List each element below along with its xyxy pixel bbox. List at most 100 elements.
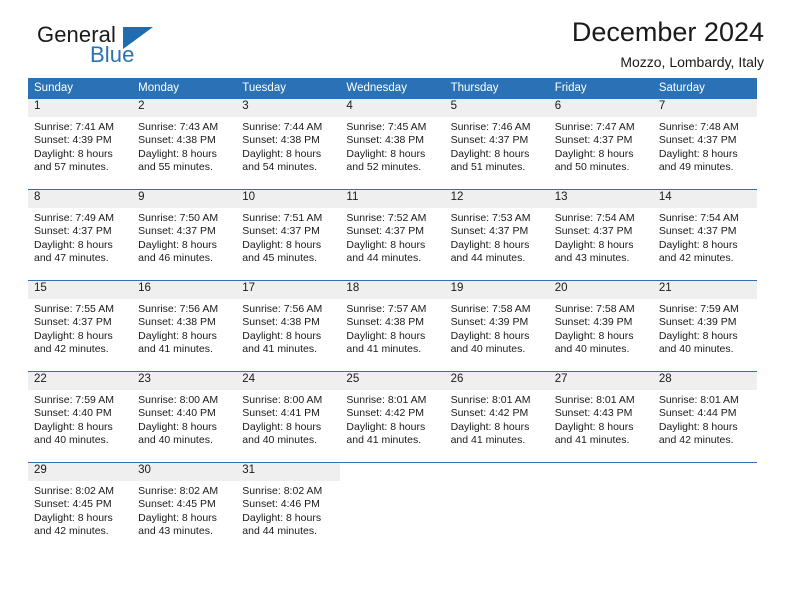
day-cell[interactable]: 13 Sunrise: 7:54 AM Sunset: 4:37 PM Dayl…: [548, 190, 653, 268]
daylight-text-line2: and 44 minutes.: [346, 252, 422, 265]
sunrise-text: Sunrise: 8:01 AM: [554, 394, 635, 406]
daylight-text-line2: and 41 minutes.: [346, 343, 422, 356]
daylight-text-line1: Daylight: 8 hours: [554, 329, 634, 342]
day-number: 8: [28, 190, 133, 208]
day-cell[interactable]: 28 Sunrise: 8:01 AM Sunset: 4:44 PM Dayl…: [652, 372, 757, 450]
day-cell[interactable]: 2 Sunrise: 7:43 AM Sunset: 4:38 PM Dayli…: [132, 99, 237, 177]
day-number: 17: [236, 281, 341, 299]
day-cell[interactable]: 23 Sunrise: 8:00 AM Sunset: 4:40 PM Dayl…: [132, 372, 237, 450]
sunrise-text: Sunrise: 7:41 AM: [34, 121, 114, 133]
day-cell[interactable]: 24 Sunrise: 8:00 AM Sunset: 4:41 PM Dayl…: [236, 372, 341, 450]
day-cell[interactable]: 18 Sunrise: 7:57 AM Sunset: 4:38 PM Dayl…: [340, 281, 445, 359]
daylight-text-line2: and 41 minutes.: [554, 434, 630, 447]
day-cell[interactable]: 8 Sunrise: 7:49 AM Sunset: 4:37 PM Dayli…: [28, 190, 133, 268]
daylight-text-line2: and 57 minutes.: [34, 161, 109, 174]
sunset-text: Sunset: 4:40 PM: [138, 407, 216, 420]
day-cell[interactable]: 30 Sunrise: 8:02 AM Sunset: 4:45 PM Dayl…: [132, 463, 237, 541]
day-number: 23: [132, 372, 237, 390]
sunrise-text: Sunrise: 8:01 AM: [450, 394, 531, 406]
day-details: Sunrise: 7:47 AM Sunset: 4:37 PM Dayligh…: [549, 117, 653, 175]
sunrise-text: Sunrise: 7:54 AM: [658, 212, 739, 224]
sunset-text: Sunset: 4:37 PM: [554, 225, 633, 238]
day-number: 11: [340, 190, 445, 208]
sunset-text: Sunset: 4:38 PM: [138, 316, 216, 329]
day-cell[interactable]: 3 Sunrise: 7:44 AM Sunset: 4:38 PM Dayli…: [236, 99, 341, 177]
day-number: 1: [28, 99, 133, 117]
day-number: 25: [340, 372, 445, 390]
day-cell[interactable]: 27 Sunrise: 8:01 AM Sunset: 4:43 PM Dayl…: [548, 372, 653, 450]
day-cell[interactable]: 12 Sunrise: 7:53 AM Sunset: 4:37 PM Dayl…: [444, 190, 549, 268]
day-cell-empty: [548, 463, 653, 541]
daylight-text-line1: Daylight: 8 hours: [242, 147, 322, 160]
day-number: 21: [652, 281, 757, 299]
day-number: 4: [340, 99, 445, 117]
day-number: 12: [444, 190, 549, 208]
day-cell[interactable]: 22 Sunrise: 7:59 AM Sunset: 4:40 PM Dayl…: [28, 372, 133, 450]
sunset-text: Sunset: 4:38 PM: [346, 316, 425, 329]
daylight-text-line1: Daylight: 8 hours: [450, 420, 530, 433]
day-details: Sunrise: 7:46 AM Sunset: 4:37 PM Dayligh…: [445, 117, 549, 175]
brand-logo[interactable]: General Blue: [28, 24, 248, 72]
day-cell-empty: [444, 463, 549, 541]
sunset-text: Sunset: 4:39 PM: [554, 316, 633, 329]
week-spacer: [28, 268, 757, 280]
day-details: Sunrise: 7:59 AM Sunset: 4:39 PM Dayligh…: [653, 299, 757, 357]
day-cell[interactable]: 10 Sunrise: 7:51 AM Sunset: 4:37 PM Dayl…: [236, 190, 341, 268]
weekday-header-friday: Friday: [554, 82, 587, 94]
day-cell[interactable]: 14 Sunrise: 7:54 AM Sunset: 4:37 PM Dayl…: [652, 190, 757, 268]
day-cell[interactable]: 25 Sunrise: 8:01 AM Sunset: 4:42 PM Dayl…: [340, 372, 445, 450]
daylight-text-line1: Daylight: 8 hours: [346, 329, 426, 342]
sunrise-text: Sunrise: 8:01 AM: [346, 394, 427, 406]
sunrise-text: Sunrise: 7:45 AM: [346, 121, 427, 133]
day-cell[interactable]: 5 Sunrise: 7:46 AM Sunset: 4:37 PM Dayli…: [444, 99, 549, 177]
day-number: 30: [132, 463, 237, 481]
daylight-text-line1: Daylight: 8 hours: [138, 420, 217, 433]
day-cell[interactable]: 29 Sunrise: 8:02 AM Sunset: 4:45 PM Dayl…: [28, 463, 133, 541]
sunrise-text: Sunrise: 7:58 AM: [450, 303, 531, 315]
day-number: 24: [236, 372, 341, 390]
day-number: 18: [340, 281, 445, 299]
day-cell[interactable]: 21 Sunrise: 7:59 AM Sunset: 4:39 PM Dayl…: [652, 281, 757, 359]
sunset-text: Sunset: 4:46 PM: [242, 498, 320, 511]
day-cell[interactable]: 20 Sunrise: 7:58 AM Sunset: 4:39 PM Dayl…: [548, 281, 653, 359]
sunset-text: Sunset: 4:39 PM: [450, 316, 529, 329]
day-cell[interactable]: 6 Sunrise: 7:47 AM Sunset: 4:37 PM Dayli…: [548, 99, 653, 177]
day-cell[interactable]: 26 Sunrise: 8:01 AM Sunset: 4:42 PM Dayl…: [444, 372, 549, 450]
daylight-text-line2: and 41 minutes.: [346, 434, 422, 447]
day-number: 5: [444, 99, 549, 117]
day-cell[interactable]: 17 Sunrise: 7:56 AM Sunset: 4:38 PM Dayl…: [236, 281, 341, 359]
daylight-text-line1: Daylight: 8 hours: [450, 147, 530, 160]
day-cell[interactable]: 11 Sunrise: 7:52 AM Sunset: 4:37 PM Dayl…: [340, 190, 445, 268]
sunrise-text: Sunrise: 7:58 AM: [554, 303, 635, 315]
daylight-text-line1: Daylight: 8 hours: [242, 420, 322, 433]
sunrise-text: Sunrise: 7:56 AM: [138, 303, 219, 315]
day-cell[interactable]: 1 Sunrise: 7:41 AM Sunset: 4:39 PM Dayli…: [28, 99, 133, 177]
day-number: [340, 463, 445, 481]
sunrise-text: Sunrise: 7:59 AM: [658, 303, 739, 315]
day-cell[interactable]: 7 Sunrise: 7:48 AM Sunset: 4:37 PM Dayli…: [652, 99, 757, 177]
daylight-text-line2: and 40 minutes.: [34, 434, 109, 447]
daylight-text-line2: and 42 minutes.: [34, 343, 109, 356]
day-cell[interactable]: 9 Sunrise: 7:50 AM Sunset: 4:37 PM Dayli…: [132, 190, 237, 268]
day-cell[interactable]: 19 Sunrise: 7:58 AM Sunset: 4:39 PM Dayl…: [444, 281, 549, 359]
sunrise-text: Sunrise: 7:47 AM: [554, 121, 635, 133]
day-details: Sunrise: 7:54 AM Sunset: 4:37 PM Dayligh…: [549, 208, 653, 266]
sunrise-text: Sunrise: 8:00 AM: [242, 394, 323, 406]
daylight-text-line1: Daylight: 8 hours: [450, 329, 530, 342]
daylight-text-line1: Daylight: 8 hours: [138, 329, 217, 342]
day-cell[interactable]: 4 Sunrise: 7:45 AM Sunset: 4:38 PM Dayli…: [340, 99, 445, 177]
day-cell[interactable]: 15 Sunrise: 7:55 AM Sunset: 4:37 PM Dayl…: [28, 281, 133, 359]
sunset-text: Sunset: 4:37 PM: [554, 134, 633, 147]
daylight-text-line1: Daylight: 8 hours: [554, 238, 634, 251]
day-cell[interactable]: 31 Sunrise: 8:02 AM Sunset: 4:46 PM Dayl…: [236, 463, 341, 541]
sunset-text: Sunset: 4:38 PM: [242, 134, 320, 147]
location-subtitle: Mozzo, Lombardy, Italy: [620, 54, 764, 71]
weekday-header-saturday: Saturday: [658, 82, 705, 94]
day-number: 3: [236, 99, 341, 117]
daylight-text-line1: Daylight: 8 hours: [34, 238, 113, 251]
day-cell-empty: [340, 463, 445, 541]
day-cell[interactable]: 16 Sunrise: 7:56 AM Sunset: 4:38 PM Dayl…: [132, 281, 237, 359]
daylight-text-line2: and 41 minutes.: [450, 434, 526, 447]
sunrise-text: Sunrise: 7:52 AM: [346, 212, 427, 224]
daylight-text-line2: and 47 minutes.: [34, 252, 109, 265]
